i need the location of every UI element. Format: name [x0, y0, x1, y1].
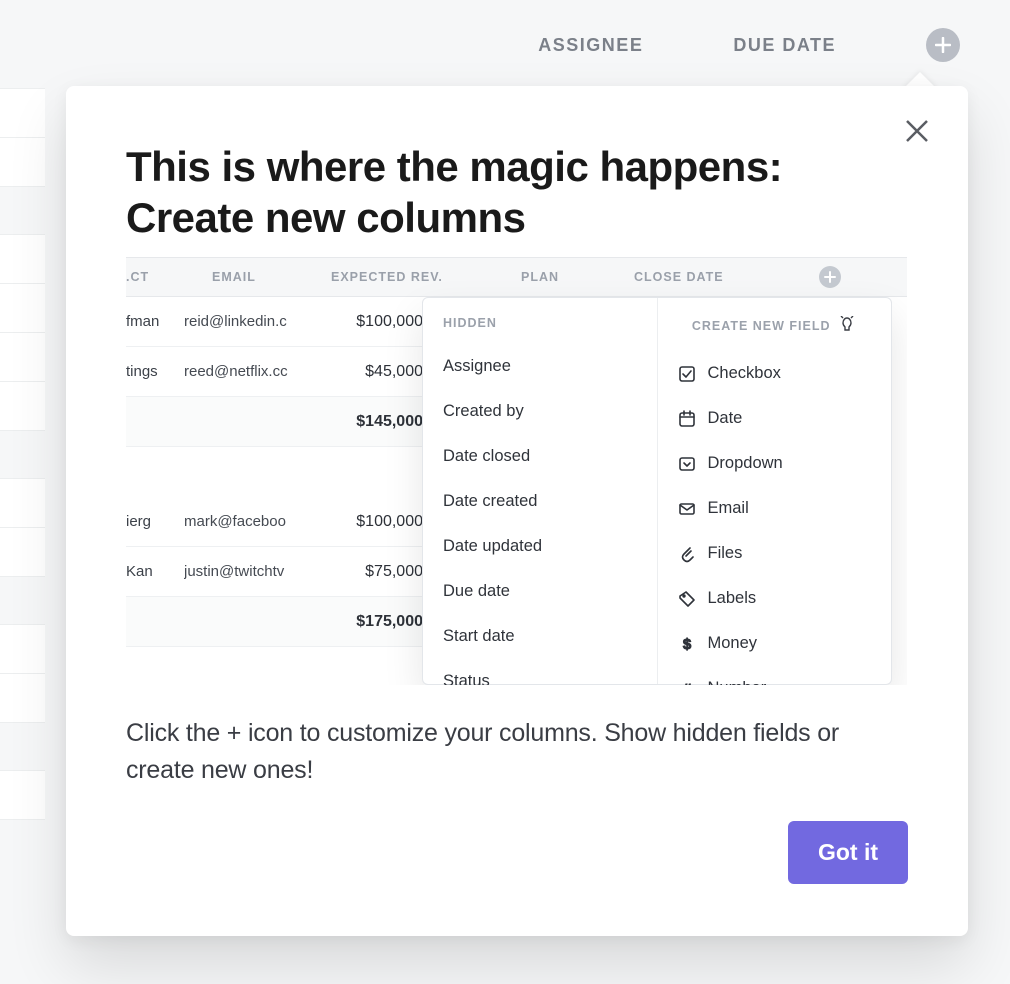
- menu-hidden-item[interactable]: Start date: [423, 614, 657, 659]
- illus-cell-contact: fman: [126, 313, 184, 330]
- column-due-date[interactable]: DUE DATE: [733, 35, 836, 56]
- dialog-description: Click the + icon to customize your colum…: [126, 715, 908, 788]
- page-column-header: ASSIGNEE DUE DATE: [0, 0, 1010, 90]
- menu-item-label: Money: [708, 634, 758, 653]
- menu-hidden-item[interactable]: Date created: [423, 479, 657, 524]
- menu-item-label: Checkbox: [708, 364, 781, 383]
- illus-cell-rev: $100,000: [341, 513, 423, 531]
- menu-hidden-column: HIDDEN Assignee Created by Date closed Date…: [423, 298, 657, 684]
- menu-item-label: Date closed: [443, 447, 530, 466]
- illus-row: Kanjustin@twitchtv $75,000: [126, 547, 426, 597]
- menu-create-item[interactable]: $ Money: [658, 621, 892, 666]
- background-rows: [0, 88, 45, 819]
- svg-text:#: #: [682, 681, 691, 686]
- number-icon: #: [678, 680, 696, 686]
- menu-item-label: Number: [708, 679, 767, 685]
- illus-col-contact: .CT: [126, 270, 184, 284]
- menu-hidden-item[interactable]: Created by: [423, 389, 657, 434]
- menu-create-item[interactable]: Files: [658, 531, 892, 576]
- illus-total-row: $145,000: [126, 397, 426, 447]
- menu-create-header-label: CREATE NEW FIELD: [692, 319, 831, 333]
- illus-cell-contact: Kan: [126, 563, 184, 580]
- menu-create-header: CREATE NEW FIELD: [658, 298, 892, 351]
- illus-col-close-date: CLOSE DATE: [634, 270, 724, 284]
- menu-hidden-item[interactable]: Date closed: [423, 434, 657, 479]
- illus-cell-rev: $100,000: [341, 313, 423, 331]
- menu-create-item[interactable]: Checkbox: [658, 351, 892, 396]
- menu-create-item[interactable]: # Number: [658, 666, 892, 685]
- illus-col-email: EMAIL: [212, 270, 256, 284]
- illus-row: tingsreed@netflix.cc $45,000: [126, 347, 426, 397]
- files-icon: [678, 545, 696, 563]
- menu-hidden-header: HIDDEN: [423, 298, 657, 344]
- illus-cell-contact: ierg: [126, 513, 184, 530]
- illus-cell-email: justin@twitchtv: [184, 563, 306, 580]
- menu-item-label: Status: [443, 672, 490, 685]
- illus-row: fmanreid@linkedin.c $100,000: [126, 297, 426, 347]
- menu-item-label: Labels: [708, 589, 757, 608]
- illus-header: .CT EMAIL EXPECTED REV. PLAN CLOSE DATE: [126, 257, 907, 297]
- menu-item-label: Date updated: [443, 537, 542, 556]
- illus-cell-rev: $175,000: [341, 613, 423, 631]
- menu-item-label: Date created: [443, 492, 537, 511]
- illus-cell-rev: $45,000: [341, 363, 423, 381]
- menu-item-label: Files: [708, 544, 743, 563]
- menu-hidden-item[interactable]: Status: [423, 659, 657, 685]
- close-button[interactable]: [900, 114, 934, 148]
- menu-item-label: Start date: [443, 627, 515, 646]
- illus-col-rev: EXPECTED REV.: [331, 270, 443, 284]
- illus-col-plan: PLAN: [521, 270, 559, 284]
- labels-icon: [678, 590, 696, 608]
- cursor-icon: [839, 316, 855, 337]
- column-menu: HIDDEN Assignee Created by Date closed Date…: [422, 297, 892, 685]
- menu-create-item[interactable]: Labels: [658, 576, 892, 621]
- illus-cell-rev: $145,000: [341, 413, 423, 431]
- menu-create-column: CREATE NEW FIELD Checkbox Date Dropdown Ema…: [658, 298, 892, 684]
- menu-item-label: Dropdown: [708, 454, 783, 473]
- menu-hidden-item[interactable]: Date updated: [423, 524, 657, 569]
- add-column-button[interactable]: [926, 28, 960, 62]
- illus-total-row: $175,000: [126, 597, 426, 647]
- illus-cell-email: reid@linkedin.c: [184, 313, 306, 330]
- menu-item-label: Due date: [443, 582, 510, 601]
- illus-rows: fmanreid@linkedin.c $100,000 tingsreed@net…: [126, 297, 426, 647]
- illus-row: iergmark@faceboo $100,000: [126, 497, 426, 547]
- checkbox-icon: [678, 365, 696, 383]
- menu-hidden-item[interactable]: Due date: [423, 569, 657, 614]
- column-assignee[interactable]: ASSIGNEE: [538, 35, 643, 56]
- illus-cell-email: mark@faceboo: [184, 513, 306, 530]
- illus-cell-email: reed@netflix.cc: [184, 363, 306, 380]
- date-icon: [678, 410, 696, 428]
- menu-create-item[interactable]: Dropdown: [658, 441, 892, 486]
- onboarding-dialog: This is where the magic happens: Create …: [66, 86, 968, 936]
- dropdown-icon: [678, 455, 696, 473]
- menu-item-label: Assignee: [443, 357, 511, 376]
- menu-item-label: Email: [708, 499, 749, 518]
- illus-cell-rev: $75,000: [341, 563, 423, 581]
- menu-item-label: Date: [708, 409, 743, 428]
- close-icon: [903, 117, 931, 145]
- menu-item-label: Created by: [443, 402, 524, 421]
- illustration: .CT EMAIL EXPECTED REV. PLAN CLOSE DATE …: [126, 257, 907, 685]
- menu-create-item[interactable]: Date: [658, 396, 892, 441]
- illus-add-column-icon: [819, 266, 841, 288]
- dialog-title: This is where the magic happens: Create …: [126, 141, 908, 243]
- menu-hidden-item[interactable]: Assignee: [423, 344, 657, 389]
- illus-cell-contact: tings: [126, 363, 184, 380]
- money-icon: $: [678, 635, 696, 653]
- svg-text:$: $: [682, 636, 691, 653]
- got-it-button[interactable]: Got it: [788, 821, 908, 884]
- menu-create-item[interactable]: Email: [658, 486, 892, 531]
- email-icon: [678, 500, 696, 518]
- illus-row: [126, 447, 426, 497]
